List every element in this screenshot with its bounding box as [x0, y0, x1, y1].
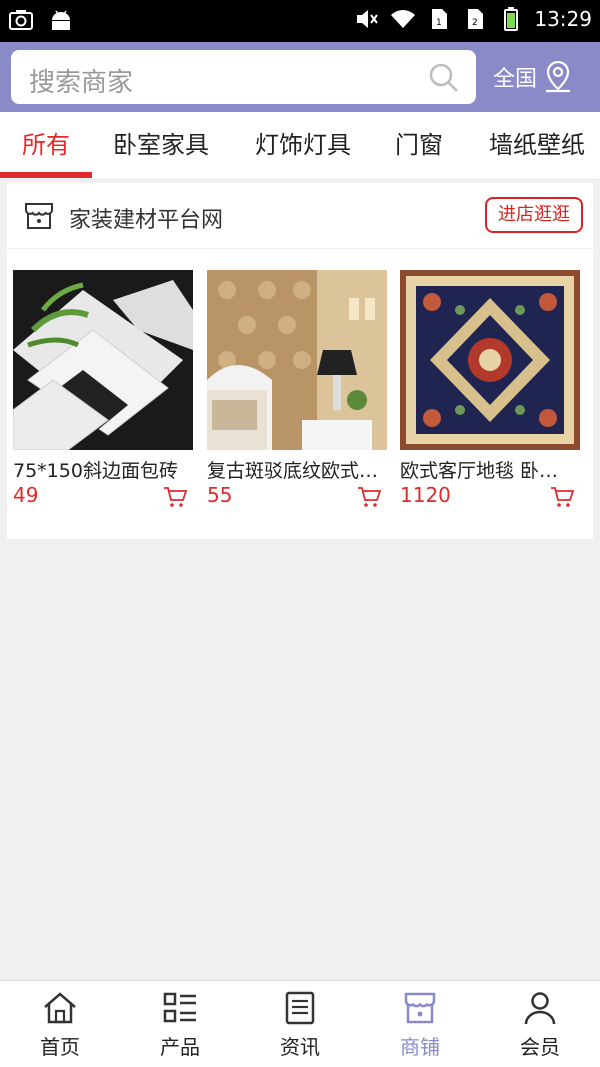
- shop-card-header: 家装建材平台网 进店逛逛: [7, 183, 593, 249]
- product-card[interactable]: 欧式客厅地毯 卧室地毯 1120: [400, 270, 581, 507]
- product-card[interactable]: 复古斑驳底纹欧式墙纸 55: [207, 270, 388, 507]
- shop-name: 家装建材平台网: [69, 208, 224, 233]
- header-bar: 搜索商家 全国: [0, 42, 600, 112]
- status-time: 13:29: [534, 7, 592, 31]
- home-icon: [44, 992, 76, 1024]
- tab-lighting[interactable]: 灯饰灯具: [242, 112, 364, 180]
- storefront-icon: [25, 203, 53, 229]
- news-icon: [285, 991, 315, 1025]
- nav-shops-label: 商铺: [400, 1035, 440, 1059]
- sim2-icon: 2: [468, 9, 484, 29]
- sim1-icon: 1: [432, 9, 448, 29]
- tab-doors-windows[interactable]: 门窗: [382, 112, 456, 180]
- product-price: 49: [13, 483, 39, 507]
- shop-card: 家装建材平台网 进店逛逛 75*150斜边面包砖 49 复古斑驳底纹欧式墙纸 5…: [7, 183, 593, 539]
- nav-news-label: 资讯: [280, 1035, 320, 1059]
- product-title[interactable]: 75*150斜边面包砖: [13, 456, 188, 483]
- product-image-wallpaper[interactable]: [207, 270, 387, 450]
- user-icon: [524, 992, 556, 1025]
- product-card[interactable]: 75*150斜边面包砖 49: [13, 270, 194, 507]
- active-tab-indicator: [0, 172, 92, 178]
- search-icon[interactable]: [428, 62, 460, 94]
- tab-wallpaper[interactable]: 墙纸壁纸: [476, 112, 598, 180]
- nav-news[interactable]: 资讯: [240, 981, 360, 1067]
- screenshot-icon: [9, 10, 33, 30]
- product-title[interactable]: 欧式客厅地毯 卧室地毯: [400, 456, 575, 483]
- tab-all[interactable]: 所有: [0, 112, 92, 180]
- nav-member[interactable]: 会员: [480, 981, 600, 1067]
- bottom-nav: 首页 产品 资讯 商铺 会员: [0, 980, 600, 1067]
- nav-home[interactable]: 首页: [0, 981, 120, 1067]
- list-icon: [163, 992, 196, 1023]
- android-icon: [52, 10, 70, 30]
- nav-shops[interactable]: 商铺: [360, 981, 480, 1067]
- product-image-tiles[interactable]: [13, 270, 193, 450]
- search-placeholder: 搜索商家: [29, 68, 134, 98]
- nav-products-label: 产品: [160, 1035, 200, 1059]
- wifi-icon: [391, 10, 416, 29]
- search-input[interactable]: 搜索商家: [11, 50, 476, 104]
- region-selector[interactable]: 全国: [493, 60, 573, 94]
- nav-home-label: 首页: [40, 1035, 80, 1059]
- mute-icon: [357, 10, 379, 28]
- svg-text:1: 1: [436, 18, 442, 28]
- product-price: 55: [207, 483, 233, 507]
- enter-shop-button[interactable]: 进店逛逛: [485, 197, 583, 233]
- region-label: 全国: [493, 67, 538, 92]
- product-title[interactable]: 复古斑驳底纹欧式墙纸: [207, 456, 382, 483]
- location-pin-icon: [546, 60, 571, 93]
- tab-bedroom-furniture[interactable]: 卧室家具: [100, 112, 222, 180]
- product-image-carpet[interactable]: [400, 270, 580, 450]
- shop-icon: [404, 992, 436, 1024]
- status-bar: 1 2 13:29: [0, 0, 600, 42]
- nav-products[interactable]: 产品: [120, 981, 240, 1067]
- nav-member-label: 会员: [520, 1035, 560, 1059]
- cart-icon[interactable]: [550, 486, 574, 508]
- category-tabs: 所有 卧室家具 灯饰灯具 门窗 墙纸壁纸: [0, 112, 600, 180]
- cart-icon[interactable]: [163, 486, 187, 508]
- battery-icon: [504, 7, 519, 31]
- cart-icon[interactable]: [357, 486, 381, 508]
- svg-text:2: 2: [472, 18, 478, 28]
- product-price: 1120: [400, 483, 451, 507]
